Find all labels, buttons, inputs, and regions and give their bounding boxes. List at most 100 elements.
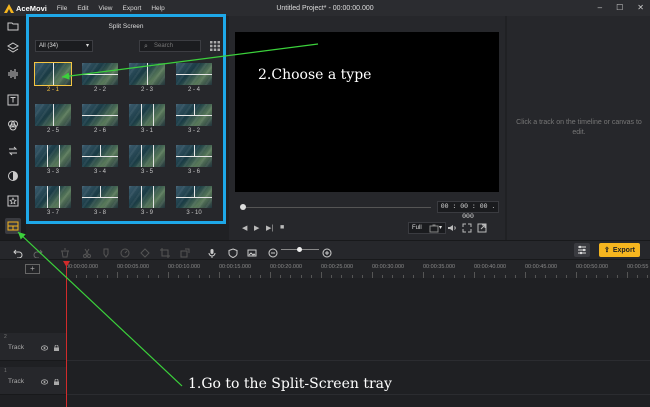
grid-view-icon[interactable] bbox=[210, 41, 220, 51]
redo-icon[interactable] bbox=[33, 245, 43, 259]
stop-icon[interactable]: ■ bbox=[280, 224, 284, 231]
split-layout-thumb[interactable] bbox=[35, 186, 71, 208]
ruler-time-label: 00:00:45.000 bbox=[525, 264, 558, 270]
eye-icon[interactable] bbox=[41, 379, 48, 385]
close-icon[interactable]: ✕ bbox=[637, 3, 644, 12]
menu-file[interactable]: File bbox=[57, 5, 67, 12]
crop-icon[interactable] bbox=[160, 245, 170, 258]
audio-icon[interactable] bbox=[5, 66, 21, 82]
fit-select[interactable]: Full ▾ bbox=[408, 222, 446, 234]
marker-icon[interactable] bbox=[101, 245, 111, 258]
rotate-icon[interactable] bbox=[180, 245, 190, 258]
transition-icon[interactable] bbox=[5, 143, 21, 159]
playhead[interactable] bbox=[66, 262, 67, 407]
maximize-icon[interactable]: ☐ bbox=[616, 3, 623, 12]
split-layout-thumb[interactable] bbox=[35, 104, 71, 126]
split-layout-thumb[interactable] bbox=[129, 186, 165, 208]
menu-help[interactable]: Help bbox=[151, 5, 164, 12]
menu-view[interactable]: View bbox=[99, 5, 113, 12]
folder-icon[interactable] bbox=[5, 18, 21, 34]
ruler-tick bbox=[321, 272, 322, 278]
record-voice-icon[interactable] bbox=[207, 245, 217, 258]
ruler-tick bbox=[616, 275, 618, 278]
split-layout-thumb[interactable] bbox=[176, 104, 212, 126]
search-input[interactable]: ⌕ Search bbox=[139, 40, 201, 52]
ruler-tick bbox=[331, 275, 333, 278]
ruler-tick bbox=[188, 275, 190, 278]
external-preview-icon[interactable] bbox=[477, 223, 487, 233]
split-layout-thumb[interactable] bbox=[82, 145, 118, 167]
shield-icon[interactable] bbox=[228, 245, 238, 259]
ruler-tick bbox=[270, 272, 271, 278]
ruler-tick bbox=[198, 275, 200, 278]
split-layout-thumb[interactable] bbox=[35, 145, 71, 167]
snapshot-icon[interactable] bbox=[429, 223, 439, 233]
split-layout-thumb[interactable] bbox=[176, 63, 212, 85]
undo-icon[interactable] bbox=[13, 245, 23, 259]
volume-icon[interactable] bbox=[447, 223, 457, 233]
menu-edit[interactable]: Edit bbox=[77, 5, 88, 12]
split-layout-thumb[interactable] bbox=[34, 62, 72, 86]
eye-icon[interactable] bbox=[41, 345, 48, 351]
ruler-tick bbox=[443, 275, 445, 278]
ruler-tick bbox=[453, 275, 455, 278]
sticker-icon[interactable] bbox=[5, 193, 21, 209]
ruler-time-label: 00:00:55 bbox=[627, 264, 649, 270]
play-icon[interactable]: ▶ bbox=[254, 224, 259, 232]
next-frame-icon[interactable]: ▶| bbox=[266, 224, 273, 232]
scrubber-handle[interactable] bbox=[240, 204, 246, 210]
properties-hint: Click a track on the timeline or canvas … bbox=[516, 119, 642, 136]
ruler-tick bbox=[372, 272, 373, 278]
split-layout-thumb[interactable] bbox=[176, 186, 212, 208]
app-name: AceMovi bbox=[16, 3, 47, 13]
lock-icon[interactable] bbox=[53, 379, 60, 385]
preview-canvas[interactable] bbox=[235, 32, 499, 192]
track-header[interactable]: 1 Track bbox=[0, 367, 66, 395]
layers-icon[interactable] bbox=[5, 40, 21, 56]
ruler-tick bbox=[168, 272, 169, 278]
split-layout-thumb[interactable] bbox=[82, 186, 118, 208]
split-layout-thumb[interactable] bbox=[129, 63, 165, 85]
split-layout-thumb[interactable] bbox=[129, 145, 165, 167]
effects-icon[interactable] bbox=[5, 117, 21, 133]
ruler-tick bbox=[147, 275, 149, 278]
split-layout-thumb[interactable] bbox=[129, 104, 165, 126]
filter-icon[interactable] bbox=[5, 168, 21, 184]
menu-export[interactable]: Export bbox=[123, 5, 142, 12]
delete-icon[interactable] bbox=[60, 245, 70, 258]
panel-title: Split Screen bbox=[108, 23, 144, 30]
ruler-tick bbox=[127, 275, 129, 278]
zoom-in-icon[interactable] bbox=[322, 245, 332, 258]
speed-icon[interactable] bbox=[120, 245, 130, 258]
previous-frame-icon[interactable]: ◀ bbox=[242, 224, 247, 232]
add-track-button[interactable]: + bbox=[25, 264, 40, 274]
split-layout-thumb[interactable] bbox=[82, 104, 118, 126]
ruler-tick bbox=[300, 275, 302, 278]
ruler-tick bbox=[637, 275, 639, 278]
ruler-tick bbox=[514, 275, 516, 278]
image-icon[interactable] bbox=[247, 245, 257, 257]
text-icon[interactable] bbox=[5, 92, 21, 108]
split-layout-thumb[interactable] bbox=[176, 145, 212, 167]
split-screen-panel: Split Screen All (34) ▾ ⌕ Search 2 - 1 2 - … bbox=[26, 14, 226, 224]
track-lane[interactable] bbox=[66, 333, 650, 361]
color-icon[interactable] bbox=[140, 245, 150, 258]
ruler-tick bbox=[259, 275, 261, 278]
preview-scrubber[interactable] bbox=[243, 207, 431, 208]
export-button[interactable]: ⇪ Export bbox=[599, 243, 640, 257]
ruler-tick bbox=[586, 275, 588, 278]
split-layout-thumb[interactable] bbox=[82, 63, 118, 85]
timeline-settings-button[interactable] bbox=[574, 243, 590, 257]
fullscreen-icon[interactable] bbox=[462, 223, 472, 233]
zoom-slider-handle[interactable] bbox=[297, 247, 302, 252]
cut-icon[interactable] bbox=[82, 245, 92, 258]
category-select[interactable]: All (34) ▾ bbox=[35, 40, 93, 52]
sliders-icon bbox=[578, 245, 586, 255]
chevron-down-icon: ▾ bbox=[85, 43, 89, 49]
track-header[interactable]: 2 Track bbox=[0, 333, 66, 361]
lock-icon[interactable] bbox=[53, 345, 60, 351]
split-screen-icon[interactable] bbox=[5, 218, 21, 234]
minimize-icon[interactable]: – bbox=[598, 3, 602, 12]
ruler-time-label: 00:00:15.000 bbox=[219, 264, 252, 270]
zoom-out-icon[interactable] bbox=[268, 245, 278, 258]
